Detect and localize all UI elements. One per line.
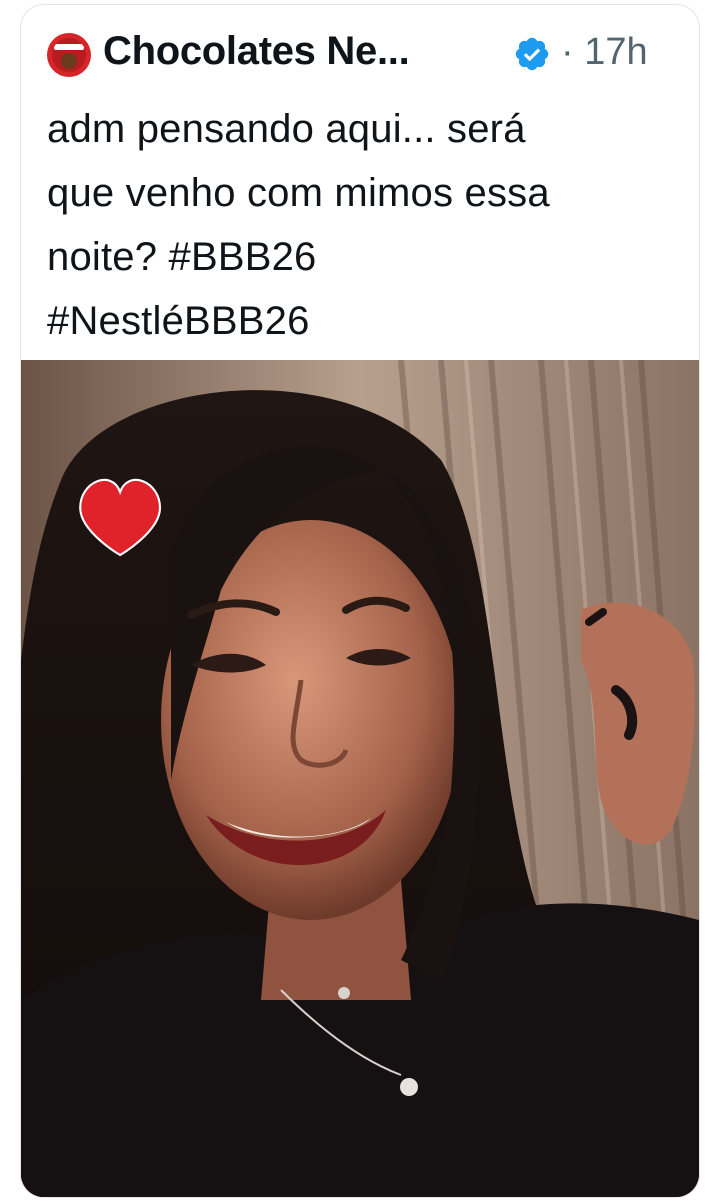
tweet-text-line: adm pensando aqui... será [47, 107, 526, 151]
tweet-text: adm pensando aqui... será que venho com … [47, 97, 677, 353]
photo-woman-smiling-heart [21, 360, 699, 1197]
tweet-card[interactable]: Chocolates Ne... · 17h adm pensando aqui… [20, 4, 700, 1198]
avatar[interactable] [47, 33, 91, 77]
verified-badge-icon [515, 37, 549, 71]
tweet-text-line[interactable]: noite? #BBB26 [47, 225, 677, 289]
nestle-logo-icon [52, 38, 86, 72]
tweet-text-line[interactable]: #NestléBBB26 [47, 289, 677, 353]
tweet-text-line: que venho com mimos essa [47, 171, 550, 215]
tweet-media-photo[interactable] [21, 360, 699, 1197]
time-label: 17h [584, 31, 648, 73]
author-name[interactable]: Chocolates Ne... [103, 29, 410, 74]
separator: · [561, 31, 574, 73]
timestamp[interactable]: · 17h [561, 31, 648, 74]
tweet-header: Chocolates Ne... · 17h adm pensando aqui… [21, 5, 699, 360]
